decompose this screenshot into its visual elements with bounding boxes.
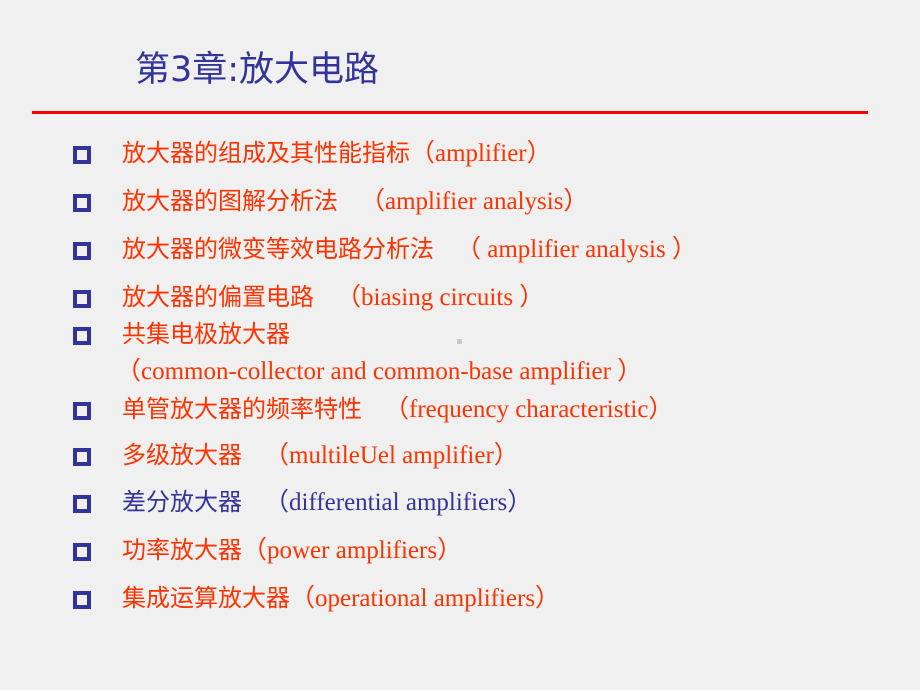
item-english-label: （multileUel amplifier） [264,442,519,469]
list-item-text: 单管放大器的频率特性 （frequency characteristic） [122,393,673,426]
item-chinese-label: 集成运算放大器 [122,584,290,612]
item-chinese-label: 放大器的偏置电路 [122,283,314,311]
list-item-text: 多级放大器 （multileUel amplifier） [122,439,519,472]
list-item-text: 放大器的组成及其性能指标（amplifier） [122,137,552,170]
square-bullet-icon [73,327,91,345]
slide: 第3章:放大电路 放大器的组成及其性能指标（amplifier） 放大器的图解分… [0,0,920,690]
item-english-continuation: （common-collector and common-base amplif… [116,358,643,385]
item-chinese-label: 差分放大器 [122,488,242,516]
item-chinese-label: 功率放大器 [122,536,242,564]
square-bullet-icon [73,591,91,609]
list-item-text: 差分放大器 （differential amplifiers） [122,486,532,519]
item-chinese-label: 放大器的微变等效电路分析法 [122,235,434,263]
item-english-label: （power amplifiers） [242,537,463,564]
square-bullet-icon [73,242,91,260]
item-english-label: （differential amplifiers） [264,489,533,516]
list-item-text: 放大器的微变等效电路分析法 （ amplifier analysis ） [122,233,697,266]
square-bullet-icon [73,543,91,561]
stray-dot [457,339,462,344]
item-english-label: （ amplifier analysis ） [456,236,697,263]
item-chinese-label: 放大器的组成及其性能指标 [122,139,410,167]
square-bullet-icon [73,194,91,212]
square-bullet-icon [73,402,91,420]
list-item-text: 放大器的图解分析法 （amplifier analysis） [122,185,588,218]
square-bullet-icon [73,290,91,308]
list-item-text: 集成运算放大器（operational amplifiers） [122,582,560,615]
square-bullet-icon [73,495,91,513]
item-chinese-label: 共集电极放大器 [122,320,290,348]
item-english-label: （operational amplifiers） [290,585,561,612]
list-item-text: 放大器的偏置电路 （biasing circuits ） [122,281,544,314]
square-bullet-icon [73,146,91,164]
square-bullet-icon [73,448,91,466]
item-chinese-label: 单管放大器的频率特性 [122,395,362,423]
title-divider [32,111,868,114]
item-english-label: （frequency characteristic） [384,396,674,423]
item-english-label: （amplifier analysis） [360,188,589,215]
list-item-text: 共集电极放大器 [122,318,290,350]
item-chinese-label: 放大器的图解分析法 [122,187,338,215]
item-english-label: （amplifier） [410,140,552,167]
slide-title: 第3章:放大电路 [135,50,380,90]
list-item-text: 功率放大器（power amplifiers） [122,534,462,567]
item-english-label: （biasing circuits ） [336,284,545,311]
item-chinese-label: 多级放大器 [122,441,242,469]
